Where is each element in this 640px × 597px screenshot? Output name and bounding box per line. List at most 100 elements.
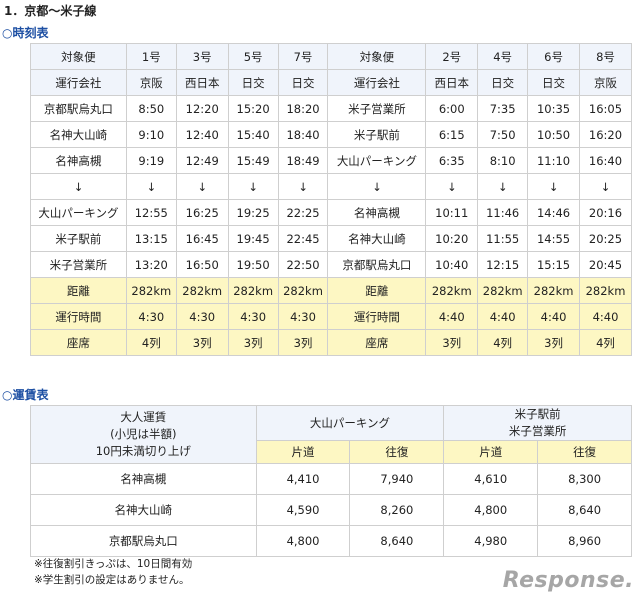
timetable-cell: 14:55 xyxy=(527,225,580,252)
timetable-cell: 日交 xyxy=(227,69,279,96)
timetable-cell: 運行時間 xyxy=(327,303,427,330)
timetable-cell: 座席 xyxy=(327,329,427,356)
timetable-cell: 名神大山崎 xyxy=(327,225,427,252)
timetable-cell: 運行会社 xyxy=(327,69,427,96)
timetable-cell: 12:55 xyxy=(125,199,177,226)
fare-value: 4,610 xyxy=(443,463,539,495)
timetable-cell: 11:46 xyxy=(477,199,529,226)
timetable-cell: 12:40 xyxy=(175,121,229,148)
fare-subheader: 往復 xyxy=(349,440,445,464)
timetable-cell: 日交 xyxy=(277,69,329,96)
fare-subheader: 往復 xyxy=(537,440,632,464)
timetable-cell: 16:50 xyxy=(175,251,229,278)
fare-dest-line: 米子営業所 xyxy=(508,424,567,438)
timetable: 対象便 1号 3号 5号 7号 対象便 2号 4号 6号 8号 運行会社 京阪 西日本 日交 日交 運行会社西… xyxy=(30,43,632,356)
timetable-cell: 11:55 xyxy=(477,225,529,252)
timetable-row: 名神高槻 9:19 12:49 15:49 18:49 大山パーキング 6:35 8:10 11… xyxy=(30,147,632,174)
timetable-cell: 16:25 xyxy=(175,199,229,226)
fare-row: 名神高槻 4,410 7,940 4,610 8,300 xyxy=(30,463,632,495)
fare-value: 4,410 xyxy=(255,463,351,495)
timetable-cell: 16:45 xyxy=(175,225,229,252)
timetable-cell: 282km xyxy=(579,277,632,304)
timetable-row: 名神大山崎 9:10 12:40 15:40 18:40 米子駅前 6:15 7:50 10:5… xyxy=(30,121,632,148)
timetable-cell: 282km xyxy=(277,277,329,304)
fare-caption-line: 10円未満切り上げ xyxy=(95,444,191,458)
timetable-row: 米子営業所 13:20 16:50 19:50 22:50 京都駅烏丸口 10:40 12:1… xyxy=(30,251,632,278)
timetable-cell: 18:49 xyxy=(277,147,329,174)
fare-value: 4,980 xyxy=(443,525,539,557)
timetable-cell: 4:30 xyxy=(125,303,177,330)
timetable-cell: 10:35 xyxy=(527,95,580,122)
timetable-cell: 米子駅前 xyxy=(327,121,427,148)
timetable-cell: 282km xyxy=(425,277,479,304)
timetable-cell: 282km xyxy=(477,277,529,304)
fares-heading: ○運賃表 xyxy=(2,388,49,402)
timetable-cell: 8号 xyxy=(579,43,632,70)
timetable-cell: 4列 xyxy=(579,329,632,356)
fare-row: 京都駅烏丸口 4,800 8,640 4,980 8,960 xyxy=(30,525,632,557)
timetable-cell: 3列 xyxy=(277,329,329,356)
timetable-row: ↓ ↓ ↓ ↓ ↓ ↓ ↓ ↓ ↓ ↓ xyxy=(30,173,632,200)
timetable-cell: 座席 xyxy=(30,329,127,356)
notes: ※往復割引きっぷは、10日間有効 ※学生割引の設定はありません。 xyxy=(34,556,192,588)
timetable-cell: 6号 xyxy=(527,43,580,70)
fare-stop: 名神大山崎 xyxy=(30,494,257,526)
timetable-cell: 3列 xyxy=(227,329,279,356)
timetable-cell: 米子駅前 xyxy=(30,225,127,252)
timetable-cell: 6:00 xyxy=(425,95,479,122)
timetable-cell: 西日本 xyxy=(175,69,229,96)
timetable-cell: 6:15 xyxy=(425,121,479,148)
timetable-row: 米子駅前 13:15 16:45 19:45 22:45 名神大山崎 10:20 11:55 1… xyxy=(30,225,632,252)
timetable-cell: 282km xyxy=(227,277,279,304)
timetable-cell: 4:40 xyxy=(579,303,632,330)
timetable-cell: 14:46 xyxy=(527,199,580,226)
timetable-cell: 京阪 xyxy=(579,69,632,96)
timetable-cell: 4号 xyxy=(477,43,529,70)
timetable-cell: 4:40 xyxy=(425,303,479,330)
timetable-cell: 4:30 xyxy=(277,303,329,330)
fare-stop: 名神高槻 xyxy=(30,463,257,495)
timetable-cell: 15:20 xyxy=(227,95,279,122)
timetable-cell: 15:49 xyxy=(227,147,279,174)
timetable-cell: 18:40 xyxy=(277,121,329,148)
timetable-cell: 7:35 xyxy=(477,95,529,122)
timetable-cell: ↓ xyxy=(227,173,279,200)
timetable-cell: 8:10 xyxy=(477,147,529,174)
timetable-cell: 日交 xyxy=(527,69,580,96)
timetable-cell: 7:50 xyxy=(477,121,529,148)
fare-subheader: 片道 xyxy=(255,440,351,464)
timetable-cell: 2号 xyxy=(425,43,479,70)
timetable-cell: ↓ xyxy=(175,173,229,200)
note-line: ※学生割引の設定はありません。 xyxy=(34,574,190,586)
timetable-cell: 12:49 xyxy=(175,147,229,174)
timetable-cell: 4:30 xyxy=(175,303,229,330)
timetable-cell: 距離 xyxy=(30,277,127,304)
timetable-cell: 10:20 xyxy=(425,225,479,252)
timetable-cell: 名神高槻 xyxy=(327,199,427,226)
fare-dest-yonago: 米子駅前 米子営業所 xyxy=(443,405,632,441)
timetable-cell: 米子営業所 xyxy=(327,95,427,122)
timetable-cell: 10:11 xyxy=(425,199,479,226)
page-title: 1．京都〜米子線 xyxy=(4,4,97,18)
fare-value: 4,800 xyxy=(255,525,351,557)
timetable-cell: 20:16 xyxy=(579,199,632,226)
timetable-cell: 距離 xyxy=(327,277,427,304)
timetable-cell: ↓ xyxy=(277,173,329,200)
timetable-cell: ↓ xyxy=(477,173,529,200)
timetable-cell: 11:10 xyxy=(527,147,580,174)
timetable-cell: 大山パーキング xyxy=(30,199,127,226)
timetable-cell: 西日本 xyxy=(425,69,479,96)
timetable-cell: 16:20 xyxy=(579,121,632,148)
timetable-cell: 10:50 xyxy=(527,121,580,148)
timetable-cell: 16:05 xyxy=(579,95,632,122)
timetable-cell: 米子営業所 xyxy=(30,251,127,278)
timetable-row: 運行時間 4:30 4:30 4:30 4:30 運行時間 4:40 4:40 4:40 4:40 xyxy=(30,303,632,330)
timetable-row: 対象便 1号 3号 5号 7号 対象便 2号 4号 6号 8号 xyxy=(30,43,632,70)
timetable-cell: 15:15 xyxy=(527,251,580,278)
timetable-cell: 282km xyxy=(125,277,177,304)
timetable-cell: 22:25 xyxy=(277,199,329,226)
timetable-cell: 10:40 xyxy=(425,251,479,278)
timetable-cell: 19:50 xyxy=(227,251,279,278)
timetable-cell: 8:50 xyxy=(125,95,177,122)
fare-caption-line: (小児は半額) xyxy=(110,427,177,441)
